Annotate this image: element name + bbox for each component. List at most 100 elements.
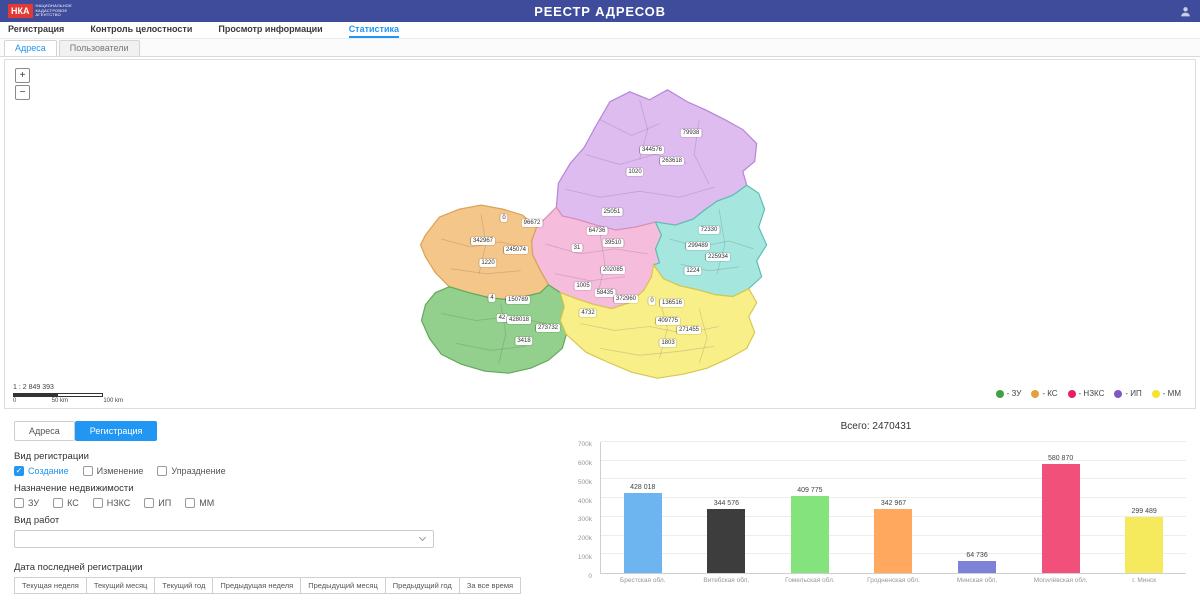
- checkbox-option[interactable]: ЗУ: [14, 498, 39, 508]
- user-menu-button[interactable]: [1179, 5, 1192, 18]
- map-scale: 1 : 2 849 393 0 50 km 100 km: [13, 384, 123, 404]
- region-brestskaya[interactable]: [422, 285, 567, 373]
- checkbox-option[interactable]: КС: [53, 498, 79, 508]
- bar-value-label: 428 018: [630, 484, 655, 491]
- date-filter-button-2[interactable]: Текущий год: [154, 577, 213, 594]
- bar-value-label: 344 576: [714, 500, 739, 507]
- nka-logo-abbr: НКА: [8, 4, 33, 18]
- zoom-in-button[interactable]: +: [15, 68, 30, 83]
- checkbox[interactable]: [83, 466, 93, 476]
- chart-column: 580 870Могилёвская обл.: [1031, 442, 1091, 573]
- chevron-down-icon: [419, 534, 426, 541]
- app-header: НКА НАЦИОНАЛЬНОЕ КАДАСТРОВОЕ АГЕНТСТВО Р…: [0, 0, 1200, 22]
- checkbox-option[interactable]: НЗКС: [93, 498, 131, 508]
- checkbox-option[interactable]: Упразднение: [157, 466, 225, 476]
- legend-label: - НЗКС: [1079, 389, 1105, 398]
- tab-1[interactable]: Пользователи: [59, 40, 140, 56]
- legend-label: - ЗУ: [1007, 389, 1022, 398]
- map-zoom-controls: + −: [15, 68, 30, 100]
- region-grodnenskaya[interactable]: [421, 205, 549, 299]
- date-filter-button-1[interactable]: Текущий месяц: [86, 577, 156, 594]
- checkbox-label: Изменение: [97, 466, 144, 476]
- checkbox[interactable]: [14, 466, 24, 476]
- legend-item: - ИП: [1114, 389, 1141, 398]
- legend-dot: [996, 390, 1004, 398]
- checkbox[interactable]: [185, 498, 195, 508]
- chart-bar[interactable]: [791, 496, 829, 573]
- work-type-label: Вид работ: [14, 515, 560, 526]
- y-axis-label: 100k: [578, 554, 592, 561]
- checkbox[interactable]: [157, 466, 167, 476]
- menu-item-2[interactable]: Просмотр информации: [218, 22, 322, 38]
- filter-tab-0[interactable]: Адреса: [14, 421, 75, 441]
- checkbox[interactable]: [14, 498, 24, 508]
- checkbox-option[interactable]: ММ: [185, 498, 214, 508]
- checkbox[interactable]: [93, 498, 103, 508]
- y-axis-label: 400k: [578, 498, 592, 505]
- menu-item-3[interactable]: Статистика: [349, 22, 399, 38]
- checkbox-option[interactable]: Изменение: [83, 466, 144, 476]
- belarus-map: [5, 60, 1195, 408]
- menu-item-1[interactable]: Контроль целостности: [90, 22, 192, 38]
- x-axis-label: Могилёвская обл.: [1034, 577, 1088, 584]
- chart-bar[interactable]: [1125, 517, 1163, 573]
- chart-column: 428 018Брестская обл.: [613, 442, 673, 573]
- chart-bar[interactable]: [958, 561, 996, 573]
- legend-item: - НЗКС: [1068, 389, 1105, 398]
- checkbox-option[interactable]: Создание: [14, 466, 69, 476]
- section-tabs: АдресаПользователи: [0, 39, 1200, 57]
- checkbox-label: НЗКС: [107, 498, 131, 508]
- bar-value-label: 409 775: [797, 487, 822, 494]
- chart-bar[interactable]: [874, 509, 912, 573]
- x-axis-label: Гродненская обл.: [867, 577, 920, 584]
- checkbox-option[interactable]: ИП: [144, 498, 171, 508]
- date-filter-label: Дата последней регистрации: [14, 562, 560, 573]
- checkbox-label: Создание: [28, 466, 69, 476]
- legend-item: - ЗУ: [996, 389, 1022, 398]
- filter-panel: АдресаРегистрация Вид регистрацииСоздани…: [0, 409, 560, 613]
- legend-label: - ИП: [1125, 389, 1141, 398]
- zoom-out-button[interactable]: −: [15, 85, 30, 100]
- scale-bar: [13, 393, 103, 397]
- y-axis-label: 200k: [578, 535, 592, 542]
- map-panel: 7993834457626361810202505109667234296724…: [4, 59, 1196, 409]
- legend-dot: [1114, 390, 1122, 398]
- chart-bar[interactable]: [624, 493, 662, 573]
- filter-tabs: АдресаРегистрация: [14, 421, 560, 441]
- chart-bar[interactable]: [707, 509, 745, 573]
- tab-0[interactable]: Адреса: [4, 40, 57, 56]
- date-filter-button-3[interactable]: Предыдущая неделя: [212, 577, 301, 594]
- checkbox[interactable]: [144, 498, 154, 508]
- legend-label: - ММ: [1163, 389, 1181, 398]
- bar-value-label: 64 736: [966, 552, 987, 559]
- date-filter-button-5[interactable]: Предыдущий год: [385, 577, 460, 594]
- menu-item-0[interactable]: Регистрация: [8, 22, 64, 38]
- main-menu: Регистрация Контроль целостности Просмотр …: [0, 22, 1200, 39]
- work-type-select[interactable]: [14, 530, 434, 548]
- date-filter-button-4[interactable]: Предыдущий месяц: [300, 577, 386, 594]
- legend-item: - ММ: [1152, 389, 1181, 398]
- filter-tab-1[interactable]: Регистрация: [75, 421, 158, 441]
- bar-value-label: 580 870: [1048, 455, 1073, 462]
- chart: Всего: 2470431 0100k200k300k400k500k600k…: [560, 409, 1200, 613]
- scale-label-0: 0: [13, 398, 16, 404]
- x-axis-label: Брестская обл.: [620, 577, 665, 584]
- checkbox-label: ИП: [158, 498, 171, 508]
- scale-ratio-text: 1 : 2 849 393: [13, 384, 123, 391]
- chart-plot-area: 428 018Брестская обл. 344 576Витебская об…: [600, 442, 1186, 574]
- legend-dot: [1031, 390, 1039, 398]
- chart-column: 64 736Минская обл.: [947, 442, 1007, 573]
- scale-label-100: 100 km: [103, 398, 123, 404]
- map-legend: - ЗУ- КС- НЗКС- ИП- ММ: [996, 389, 1181, 398]
- date-filter-button-6[interactable]: За все время: [459, 577, 521, 594]
- checkbox-label: ЗУ: [28, 498, 39, 508]
- chart-bar[interactable]: [1042, 464, 1080, 573]
- chart-column: 344 576Витебская обл.: [696, 442, 756, 573]
- date-filter-button-0[interactable]: Текущая неделя: [14, 577, 87, 594]
- filter-options: Создание Изменение Упразднение: [14, 466, 560, 476]
- chart-columns: 428 018Брестская обл. 344 576Витебская об…: [601, 442, 1186, 573]
- checkbox-label: Упразднение: [171, 466, 225, 476]
- bottom-section: АдресаРегистрация Вид регистрацииСоздани…: [0, 409, 1200, 613]
- checkbox[interactable]: [53, 498, 63, 508]
- x-axis-label: Минская обл.: [957, 577, 997, 584]
